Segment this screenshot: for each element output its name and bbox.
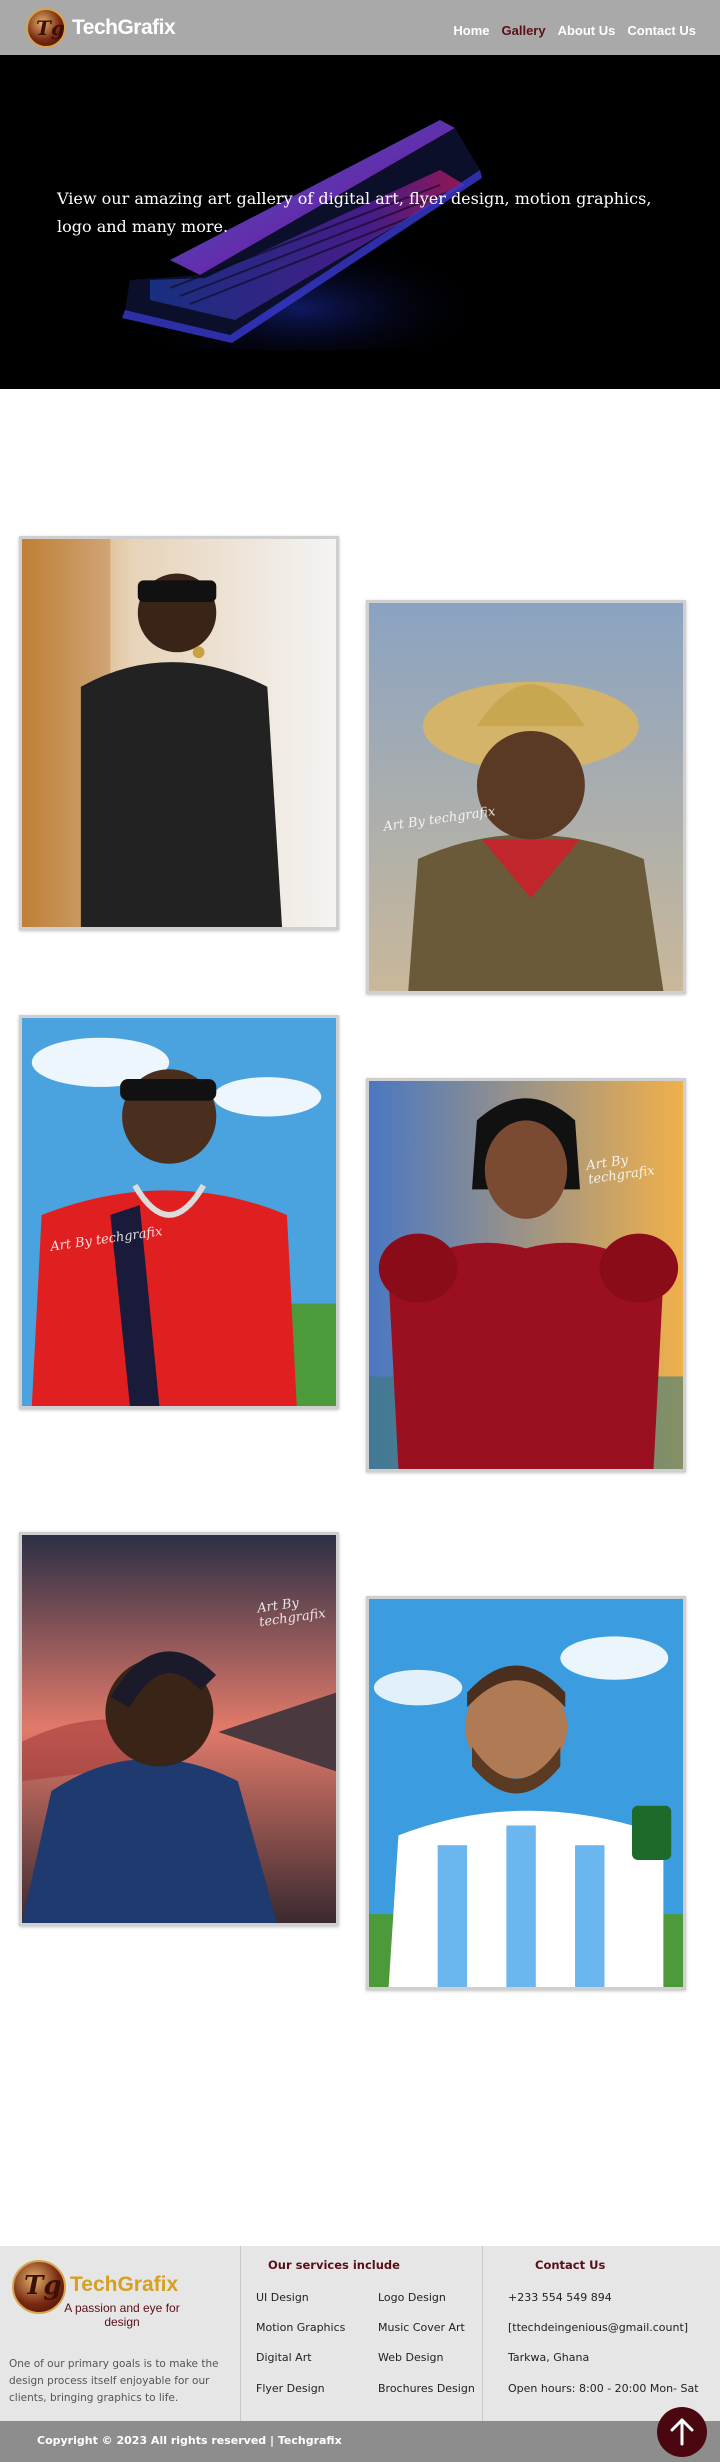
- service-item[interactable]: Flyer Design: [256, 2382, 325, 2395]
- nav-link-home[interactable]: Home: [453, 23, 489, 38]
- nav-link-about[interactable]: About Us: [558, 23, 616, 38]
- contact-location: Tarkwa, Ghana: [508, 2351, 590, 2364]
- copyright-text: Copyright © 2023 All rights reserved | T…: [37, 2434, 342, 2447]
- contact-phone[interactable]: +233 554 549 894: [508, 2291, 612, 2304]
- gallery-image-2[interactable]: Art By techgrafix: [366, 600, 686, 994]
- service-item[interactable]: Digital Art: [256, 2351, 312, 2364]
- gallery-image-5[interactable]: Art By techgrafix: [19, 1532, 339, 1926]
- service-item[interactable]: Logo Design: [378, 2291, 446, 2304]
- back-to-top-button[interactable]: [657, 2407, 707, 2457]
- top-navbar: Tg TechGrafix Home Gallery About Us Cont…: [0, 0, 720, 55]
- hero-headline: View our amazing art gallery of digital …: [57, 189, 652, 236]
- service-item[interactable]: Web Design: [378, 2351, 443, 2364]
- nav-link-gallery[interactable]: Gallery: [502, 23, 546, 38]
- nav-links: Home Gallery About Us Contact Us: [453, 23, 696, 38]
- contact-heading: Contact Us: [535, 2258, 606, 2272]
- footer-contact-column: Contact Us +233 554 549 894 [ttechdeinge…: [483, 2246, 720, 2421]
- footer-logo-icon: Tg: [12, 2260, 66, 2314]
- service-item[interactable]: UI Design: [256, 2291, 309, 2304]
- footer-about-text: One of our primary goals is to make the …: [9, 2358, 219, 2404]
- site-footer: Tg TechGrafix A passion and eye for desi…: [0, 2246, 720, 2462]
- nav-link-contact[interactable]: Contact Us: [627, 23, 696, 38]
- service-item[interactable]: Brochures Design: [378, 2382, 475, 2395]
- contact-email[interactable]: [ttechdeingenious@gmail.count]: [508, 2321, 688, 2334]
- footer-brand-name: TechGrafix: [70, 2273, 179, 2296]
- arrow-up-icon: [670, 2418, 694, 2446]
- brand-logo-icon[interactable]: Tg: [26, 8, 66, 48]
- gallery-image-6[interactable]: [366, 1596, 686, 1990]
- gallery-image-4[interactable]: Art By techgrafix: [366, 1078, 686, 1472]
- footer-tagline: A passion and eye for design: [64, 2301, 180, 2329]
- footer-brand-column: Tg TechGrafix A passion and eye for desi…: [0, 2246, 241, 2421]
- footer-services-column: Our services include UI Design Logo Desi…: [241, 2246, 483, 2421]
- service-item[interactable]: Motion Graphics: [256, 2321, 345, 2334]
- service-item[interactable]: Music Cover Art: [378, 2321, 465, 2334]
- brand-name[interactable]: TechGrafix: [72, 16, 176, 40]
- logo-monogram: Tg: [36, 16, 65, 40]
- gallery-image-1[interactable]: [19, 536, 339, 930]
- services-heading: Our services include: [268, 2258, 400, 2272]
- footer-logo-monogram: Tg: [24, 2271, 62, 2301]
- gallery-image-3[interactable]: Art By techgrafix: [19, 1015, 339, 1409]
- footer-bottom-bar: Copyright © 2023 All rights reserved | T…: [0, 2421, 720, 2462]
- hero-banner: View our amazing art gallery of digital …: [0, 55, 720, 389]
- contact-hours: Open hours: 8:00 - 20:00 Mon- Sat: [508, 2382, 699, 2395]
